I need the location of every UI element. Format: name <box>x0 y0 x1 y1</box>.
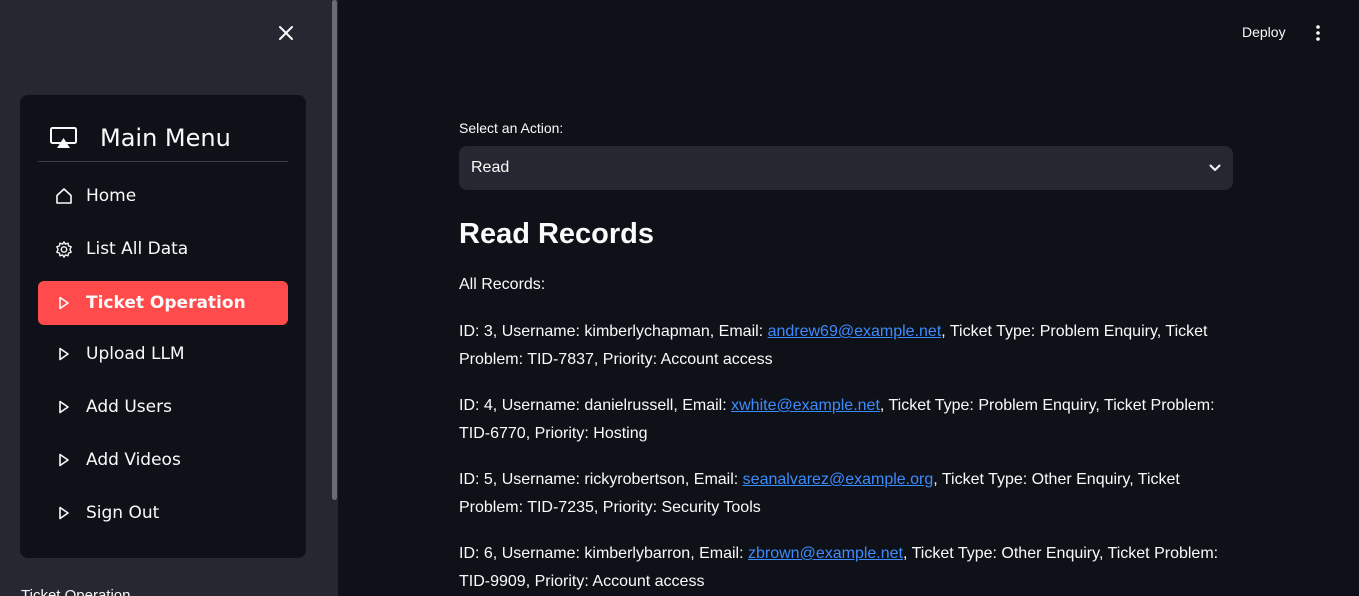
close-icon <box>279 26 293 40</box>
record-ticket-problem: TID-6770 <box>459 425 526 442</box>
deploy-button[interactable]: Deploy <box>1232 22 1296 42</box>
menu-title: Main Menu <box>100 124 231 152</box>
sidebar-item-list-all-data[interactable]: List All Data <box>38 227 288 271</box>
record-item: ID: 3, Username: kimberlychapman, Email:… <box>459 323 1208 368</box>
sidebar-footer-text: Ticket Operation <box>21 587 131 596</box>
sidebar-item-label: Ticket Operation <box>86 293 246 313</box>
more-menu-button[interactable] <box>1307 22 1329 44</box>
records-list: ID: 3, Username: kimberlychapman, Email:… <box>459 318 1234 596</box>
cast-icon <box>50 127 80 149</box>
sidebar-item-label: Add Users <box>86 397 172 417</box>
sidebar-item-label: Add Videos <box>86 450 181 470</box>
action-select[interactable]: Read <box>459 146 1233 190</box>
record-id: 5 <box>483 471 493 488</box>
record-ticket-type: Problem Enquiry <box>1039 323 1157 340</box>
record-id: 6 <box>483 545 493 562</box>
gear-icon <box>55 240 73 259</box>
record-item: ID: 6, Username: kimberlybarron, Email: … <box>459 545 1219 590</box>
main-menu: Main Menu Home List All Data Ticket Oper… <box>20 95 306 558</box>
record-item: ID: 5, Username: rickyrobertson, Email: … <box>459 471 1180 516</box>
menu-header: Main Menu <box>38 115 288 162</box>
play-icon <box>55 453 73 467</box>
sidebar-item-add-users[interactable]: Add Users <box>38 385 288 429</box>
close-sidebar-button[interactable] <box>275 22 297 44</box>
chevron-down-icon <box>1209 164 1221 171</box>
sidebar-item-label: Sign Out <box>86 503 160 523</box>
play-icon <box>55 296 73 310</box>
record-ticket-problem: TID-9909 <box>459 573 526 590</box>
sidebar-item-home[interactable]: Home <box>38 174 288 218</box>
record-ticket-problem: TID-7837 <box>527 351 594 368</box>
record-ticket-type: Other Enquiry <box>1001 545 1099 562</box>
sidebar-item-sign-out[interactable]: Sign Out <box>38 491 288 535</box>
home-icon <box>55 187 73 205</box>
record-priority: Hosting <box>593 425 648 442</box>
record-ticket-type: Other Enquiry <box>1031 471 1130 488</box>
record-email-link[interactable]: xwhite@example.net <box>731 397 880 414</box>
record-username: danielrussell <box>584 397 674 414</box>
record-email-link[interactable]: zbrown@example.net <box>748 545 903 562</box>
select-value: Read <box>471 159 510 176</box>
record-id: 4 <box>483 397 493 414</box>
sidebar-item-label: List All Data <box>86 239 189 259</box>
record-priority: Account access <box>660 351 773 368</box>
sidebar-item-label: Home <box>86 186 137 206</box>
all-records-label: All Records: <box>459 276 546 293</box>
sidebar-item-label: Upload LLM <box>86 344 185 364</box>
record-email-link[interactable]: seanalvarez@example.org <box>743 471 934 488</box>
sidebar-item-ticket-operation[interactable]: Ticket Operation <box>38 281 288 325</box>
play-icon <box>55 400 73 414</box>
sidebar-item-upload-llm[interactable]: Upload LLM <box>38 332 288 376</box>
sidebar: Main Menu Home List All Data Ticket Oper… <box>0 0 338 596</box>
sidebar-item-add-videos[interactable]: Add Videos <box>38 438 288 482</box>
record-priority: Security Tools <box>661 499 761 516</box>
play-icon <box>55 347 73 361</box>
app: Main Menu Home List All Data Ticket Oper… <box>0 0 1359 596</box>
record-ticket-type: Problem Enquiry <box>978 397 1096 414</box>
record-username: kimberlybarron <box>584 545 691 562</box>
record-id: 3 <box>483 323 493 340</box>
select-label: Select an Action: <box>459 120 564 136</box>
more-vertical-icon <box>1316 25 1320 41</box>
sidebar-scrollbar[interactable] <box>332 0 337 500</box>
record-email-link[interactable]: andrew69@example.net <box>768 323 942 340</box>
record-username: kimberlychapman <box>584 323 710 340</box>
record-priority: Account access <box>592 573 705 590</box>
play-icon <box>55 506 73 520</box>
record-username: rickyrobertson <box>584 471 685 488</box>
record-ticket-problem: TID-7235 <box>527 499 594 516</box>
page-title: Read Records <box>459 218 655 250</box>
record-item: ID: 4, Username: danielrussell, Email: x… <box>459 397 1215 442</box>
